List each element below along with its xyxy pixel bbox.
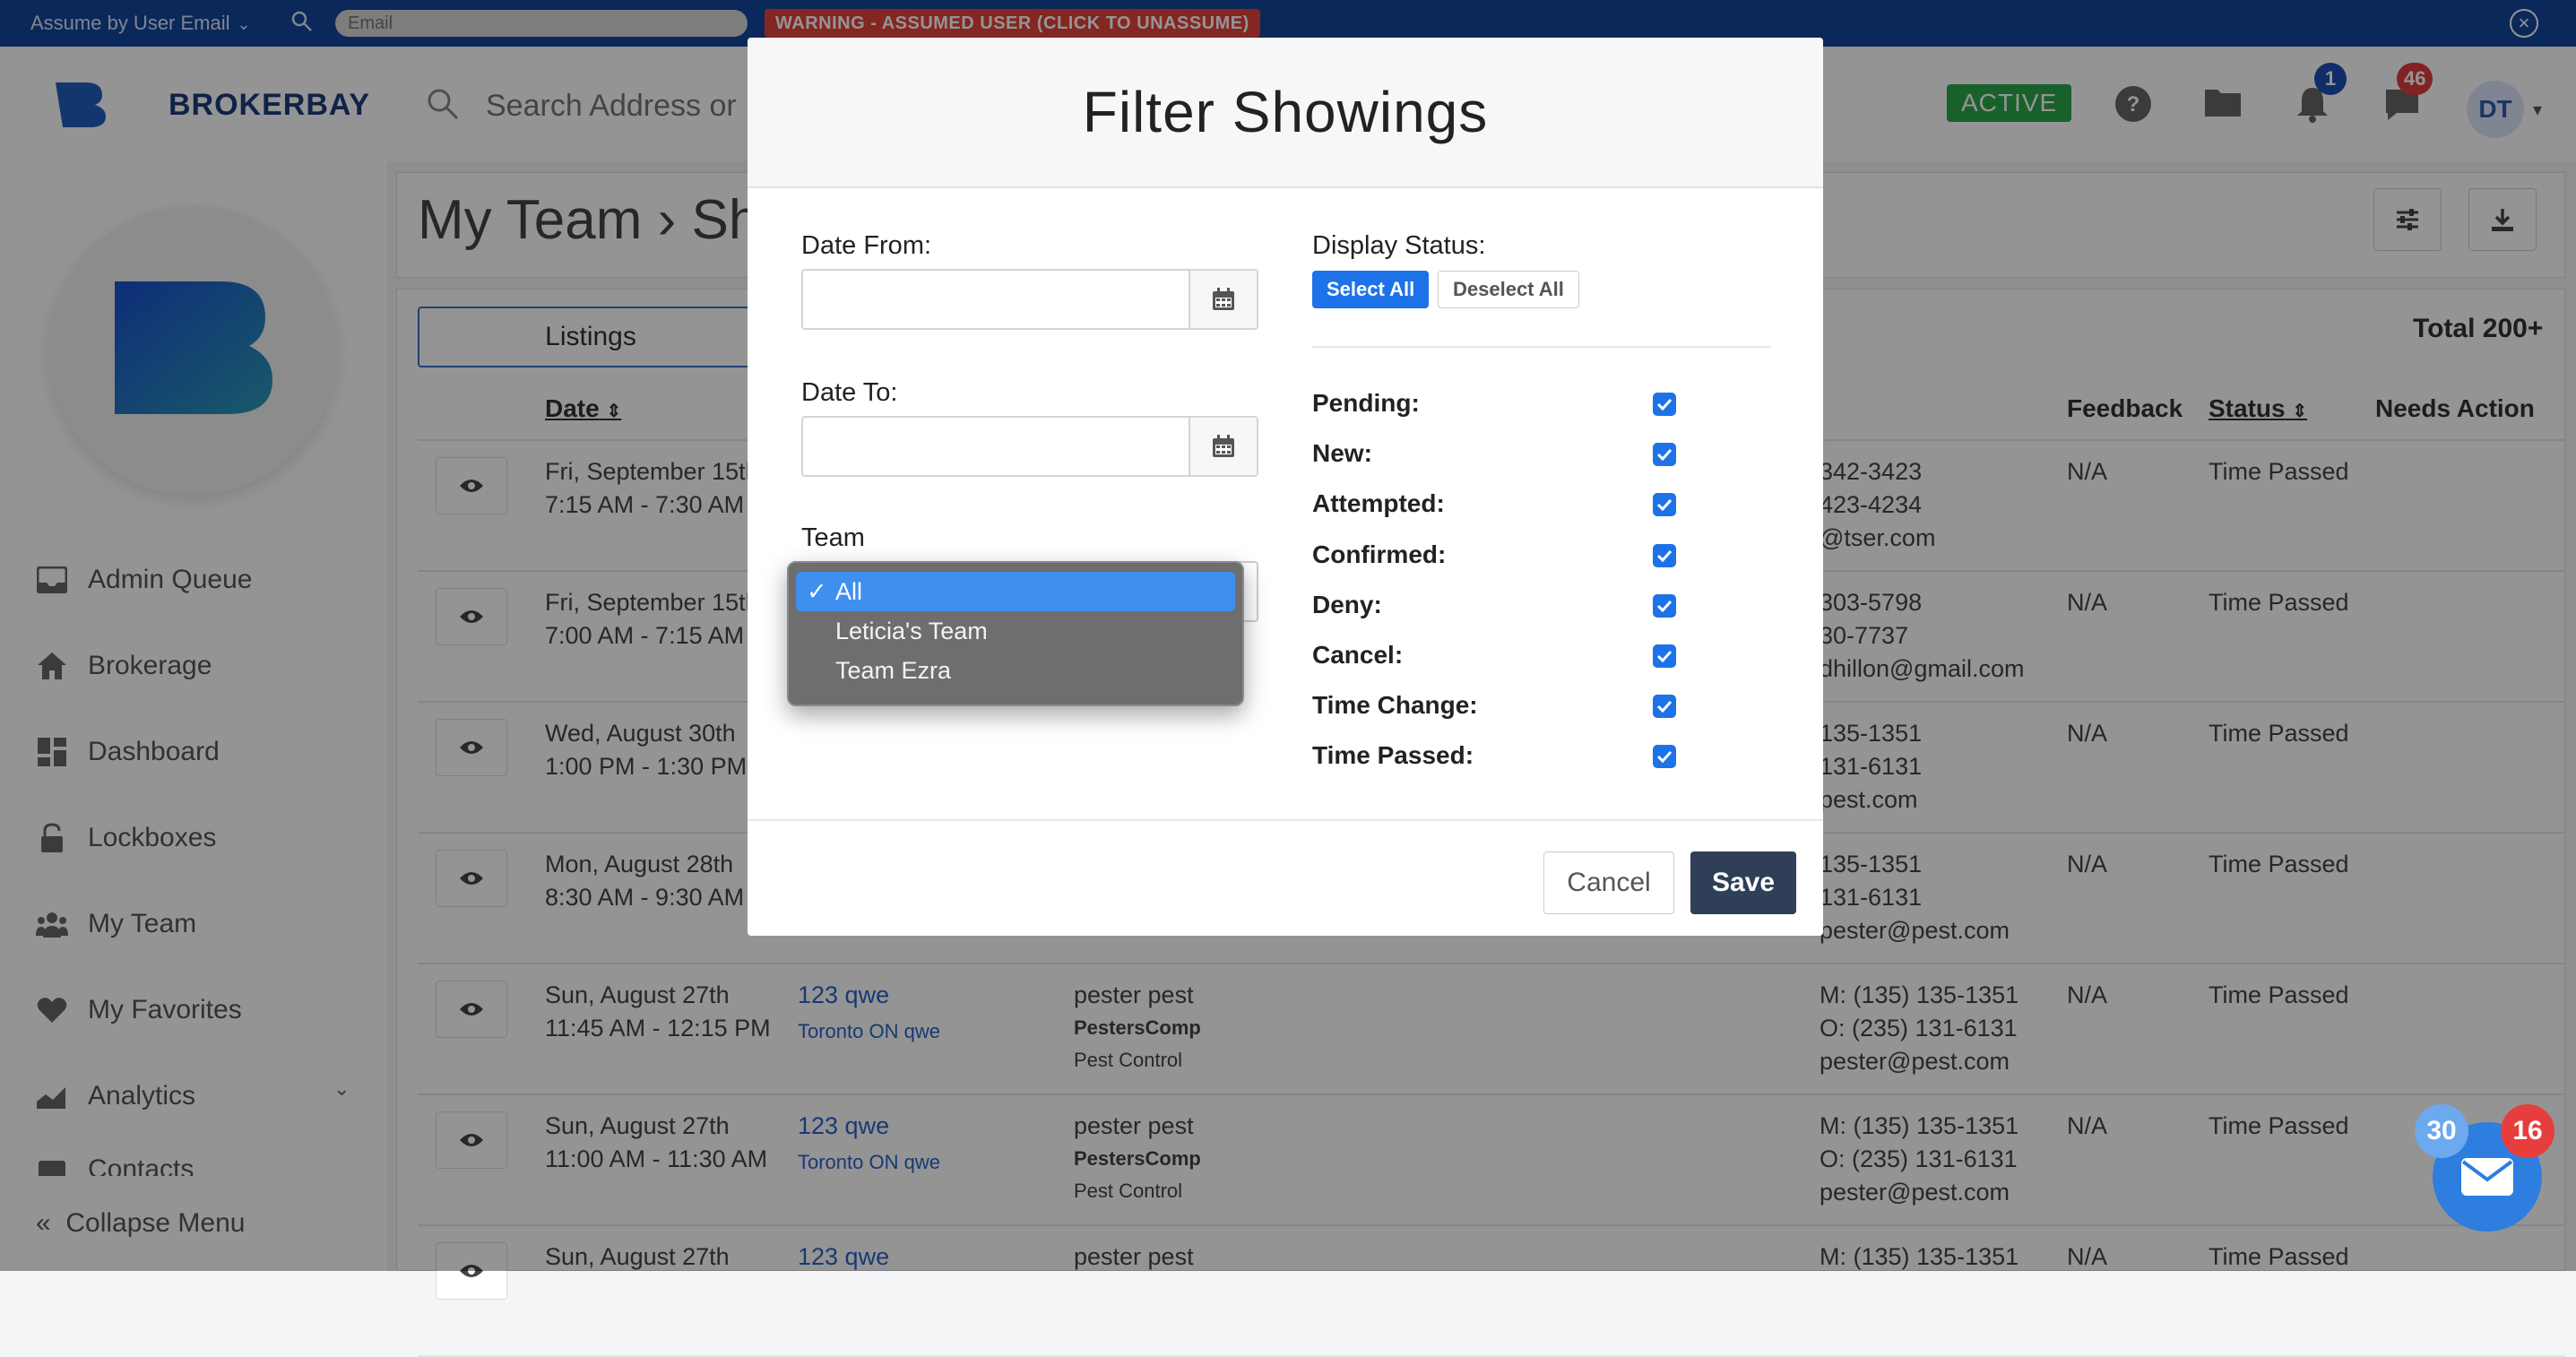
calendar-icon[interactable] <box>1189 418 1257 475</box>
chat-unread-badge: 30 <box>2415 1104 2468 1158</box>
checkmark-icon <box>1656 449 1673 462</box>
checkmark-icon: ✓ <box>807 578 827 605</box>
status-label: Time Change: <box>1312 691 1478 720</box>
date-from-label: Date From: <box>801 231 932 260</box>
status-checkbox[interactable] <box>1653 593 1676 618</box>
status-checkbox[interactable] <box>1653 695 1676 719</box>
status-divider <box>1312 346 1771 348</box>
status-checkbox[interactable] <box>1653 644 1676 668</box>
date-to-input[interactable] <box>803 418 1189 475</box>
display-status-label: Display Status: <box>1312 231 1486 260</box>
modal-header: Filter Showings <box>748 38 1823 188</box>
status-label: Deny: <box>1312 590 1382 618</box>
status-label: Pending: <box>1312 389 1420 417</box>
save-button[interactable]: Save <box>1690 851 1796 914</box>
status-checkbox[interactable] <box>1653 493 1676 517</box>
team-option[interactable]: ✓ All <box>796 572 1235 611</box>
status-label: Confirmed: <box>1312 540 1447 568</box>
status-checkbox[interactable] <box>1653 393 1676 416</box>
calendar-icon[interactable] <box>1189 271 1257 328</box>
status-label: Cancel: <box>1312 641 1404 669</box>
team-label: Team <box>801 523 865 552</box>
modal-title: Filter Showings <box>1082 80 1489 144</box>
chat-alert-badge: 16 <box>2501 1104 2554 1158</box>
deselect-all-button[interactable]: Deselect All <box>1438 271 1579 308</box>
filter-showings-modal: Filter Showings Date From: Date To: Team… <box>748 38 1823 936</box>
team-option-label: Team Ezra <box>835 657 952 684</box>
status-label: Attempted: <box>1312 489 1445 518</box>
date-to-field[interactable] <box>801 416 1258 477</box>
cancel-button[interactable]: Cancel <box>1543 851 1674 914</box>
date-from-input[interactable] <box>803 271 1189 328</box>
team-option-label: Leticia's Team <box>835 618 988 644</box>
status-label: Time Passed: <box>1312 741 1474 770</box>
checkmark-icon <box>1656 499 1673 512</box>
checkmark-icon <box>1656 701 1673 713</box>
checkmark-icon <box>1656 398 1673 411</box>
team-option[interactable]: Team Ezra <box>796 651 1235 690</box>
team-option[interactable]: Leticia's Team <box>796 611 1235 651</box>
team-dropdown-menu: ✓ All Leticia's Team Team Ezra <box>787 561 1244 706</box>
checkmark-icon <box>1656 549 1673 562</box>
checkmark-icon <box>1656 650 1673 662</box>
status-checkbox[interactable] <box>1653 443 1676 467</box>
select-all-button[interactable]: Select All <box>1312 271 1430 308</box>
status-label: New: <box>1312 439 1372 468</box>
date-to-label: Date To: <box>801 378 898 407</box>
date-from-field[interactable] <box>801 269 1258 330</box>
status-checkbox[interactable] <box>1653 543 1676 567</box>
team-option-label: All <box>835 578 863 605</box>
checkmark-icon <box>1656 751 1673 764</box>
status-checkbox[interactable] <box>1653 745 1676 769</box>
checkmark-icon <box>1656 600 1673 612</box>
envelope-icon <box>2461 1158 2513 1196</box>
